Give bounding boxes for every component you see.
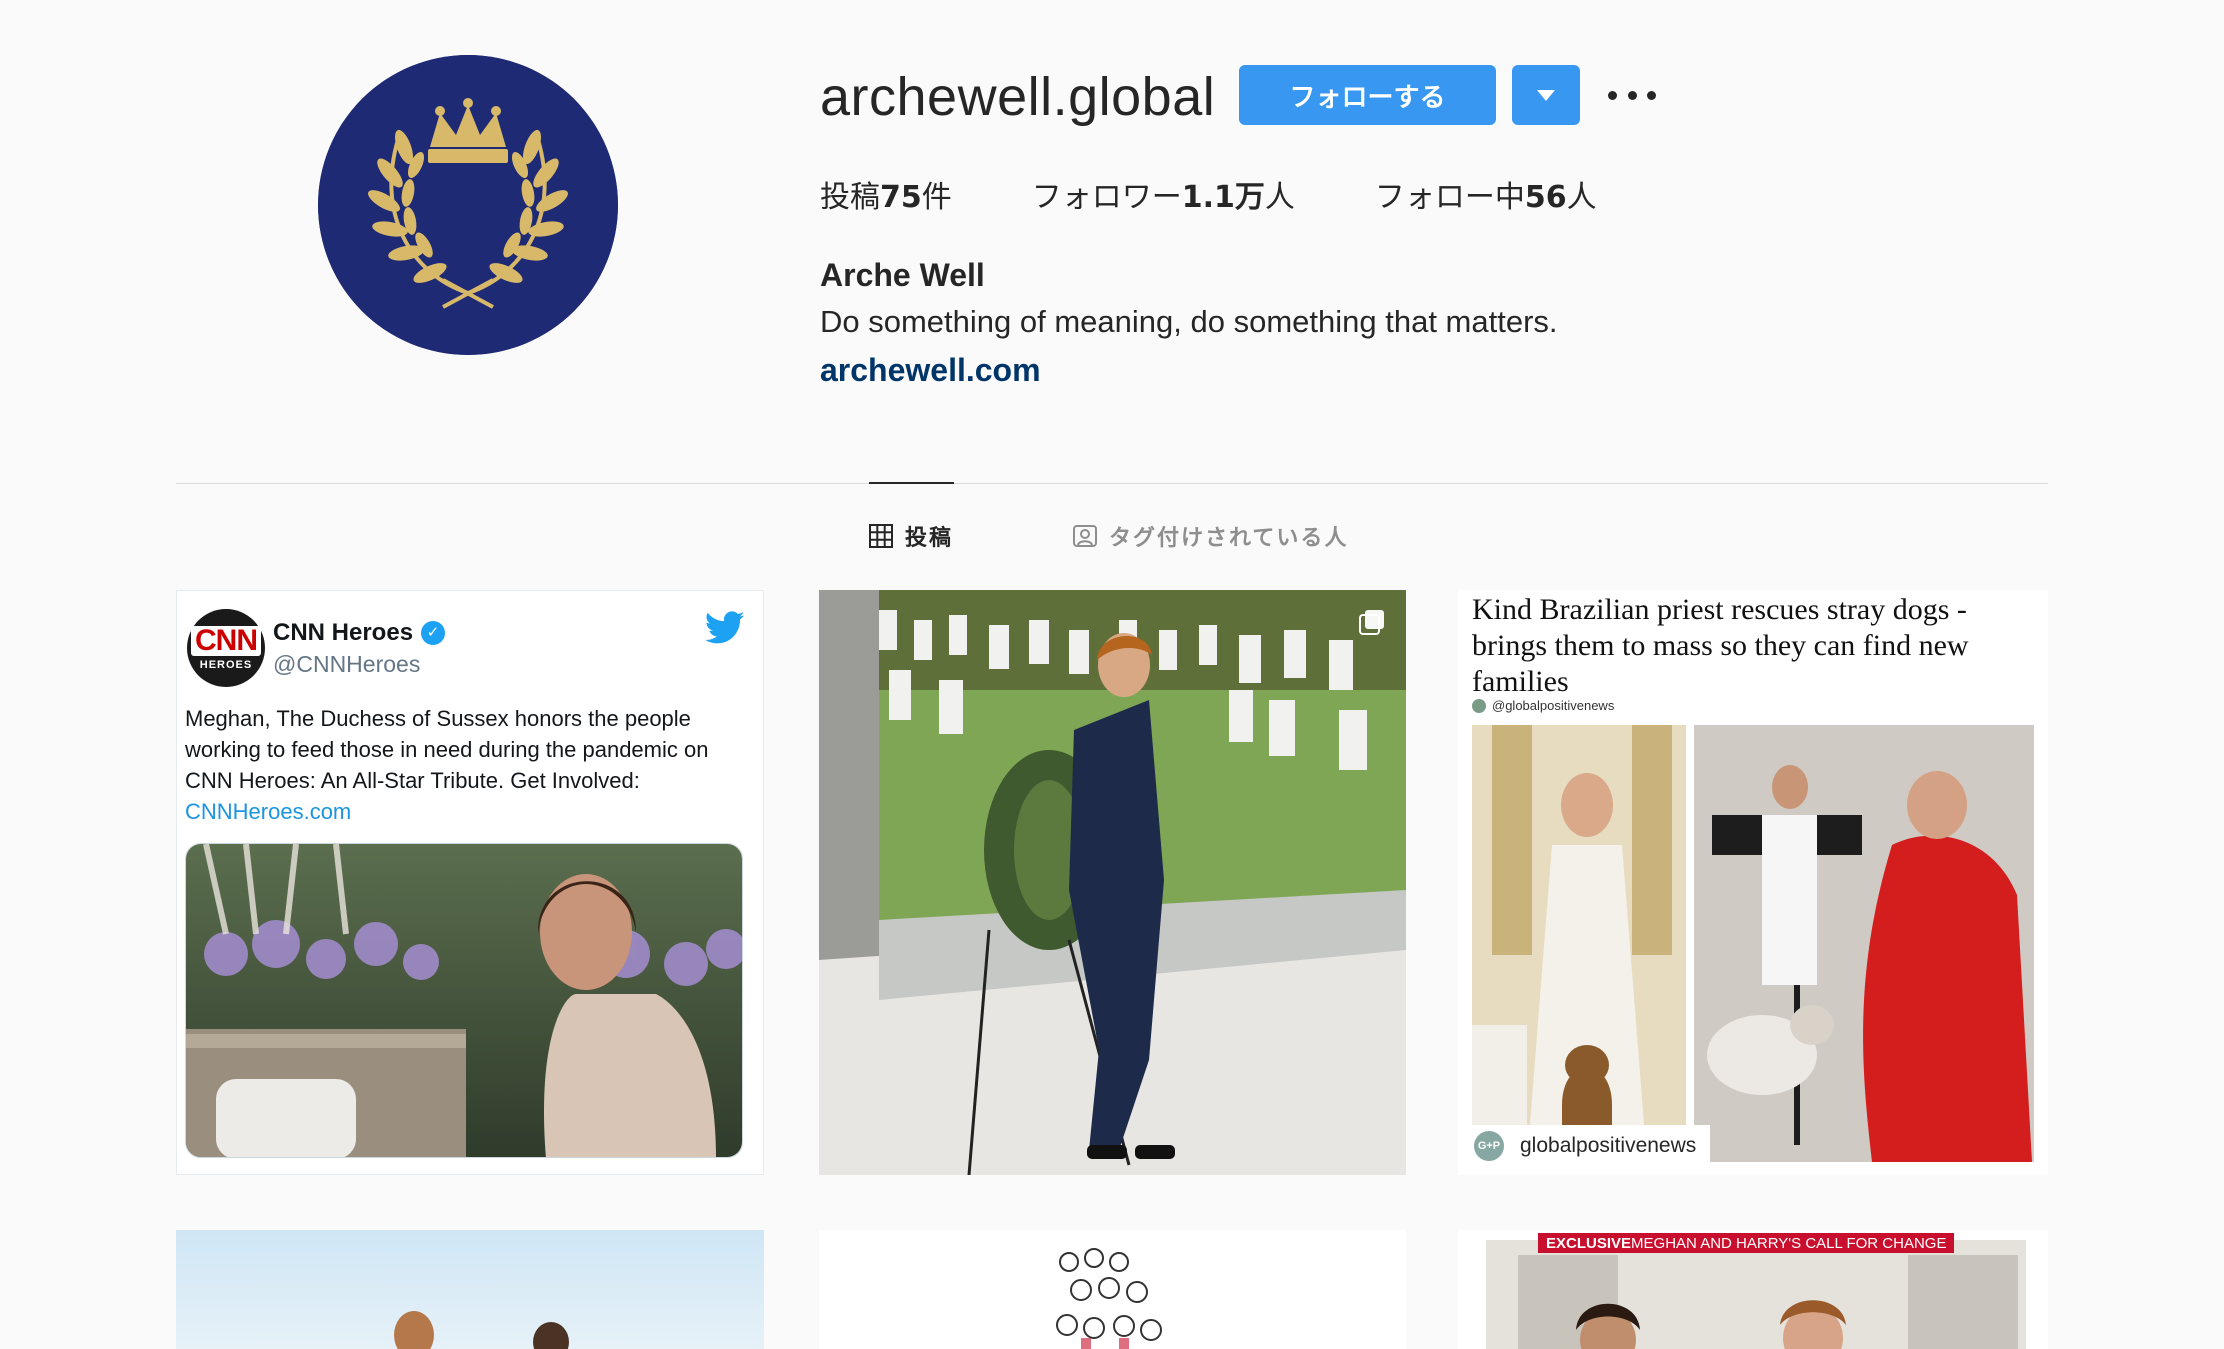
post-image	[176, 1230, 764, 1349]
followers-count[interactable]: フォロワー1.1万人	[1032, 172, 1295, 216]
following-label: フォロー中	[1374, 180, 1525, 215]
verified-icon: ✓	[421, 621, 446, 645]
more-icon	[1647, 90, 1656, 100]
post-thumbnail[interactable]	[819, 590, 1406, 1175]
post-image	[1472, 725, 2034, 1162]
profile-page: archewell.global フォローする 投稿75件 フォロワー1.1万人…	[0, 0, 2224, 1349]
posts-count: 投稿75件	[820, 172, 952, 216]
grid-icon	[869, 524, 893, 548]
tagged-person-icon	[1073, 525, 1097, 547]
heroes-logo-text: HEROES	[199, 658, 253, 671]
followers-label: フォロワー	[1031, 180, 1182, 215]
post-source-handle: @globalpositivenews	[1472, 698, 1614, 713]
globalpositivenews-icon	[1472, 698, 1486, 713]
chevron-down-icon	[1537, 89, 1555, 101]
post-thumbnail[interactable]	[176, 1230, 764, 1349]
multi-post-icon	[1359, 610, 1384, 635]
tweet-text: Meghan, The Duchess of Sussex honors the…	[185, 703, 745, 827]
crest-logo-icon	[318, 55, 618, 355]
tab-tagged[interactable]: タグ付けされている人	[1073, 520, 1348, 552]
followers-value: 1.1万	[1181, 180, 1265, 215]
more-options-button[interactable]	[1604, 72, 1660, 118]
profile-website-link[interactable]: archewell.com	[820, 352, 1041, 389]
tweet-body: Meghan, The Duchess of Sussex honors the…	[185, 706, 709, 793]
more-icon	[1608, 90, 1617, 100]
exclusive-label: EXCLUSIVE	[1546, 1234, 1632, 1252]
tweet-author: CNN Heroes ✓	[273, 619, 446, 647]
posts-unit: 件	[921, 180, 952, 215]
profile-stats: 投稿75件 フォロワー1.1万人 フォロー中56人	[820, 172, 1677, 216]
following-unit: 人	[1566, 180, 1597, 215]
exclusive-text: MEGHAN AND HARRY'S CALL FOR CHANGE	[1631, 1234, 1947, 1252]
post-image	[819, 1230, 1406, 1349]
twitter-bird-icon	[705, 611, 745, 644]
tab-tagged-label: タグ付けされている人	[1109, 526, 1349, 551]
posts-value: 75	[880, 180, 922, 215]
exclusive-banner: EXCLUSIVE MEGHAN AND HARRY'S CALL FOR CH…	[1538, 1233, 1955, 1253]
tweet-link[interactable]: CNNHeroes.com	[185, 799, 351, 824]
tab-posts[interactable]: 投稿	[869, 520, 953, 552]
cnn-heroes-avatar: CNN HEROES	[187, 609, 265, 687]
tabs-divider	[176, 483, 2048, 484]
following-count[interactable]: フォロー中56人	[1375, 172, 1597, 216]
tweet-author-name: CNN Heroes	[273, 619, 414, 646]
post-image	[819, 590, 1406, 1175]
profile-bio: Do something of meaning, do something th…	[820, 304, 1558, 339]
following-value: 56	[1524, 180, 1567, 215]
post-thumbnail[interactable]	[819, 1230, 1406, 1349]
profile-username: archewell.global	[820, 67, 1216, 127]
source-watermark-text: globalpositivenews	[1520, 1134, 1697, 1157]
tab-posts-label: 投稿	[905, 526, 954, 551]
post-thumbnail[interactable]: Kind Brazilian priest rescues stray dogs…	[1458, 590, 2048, 1175]
more-icon	[1627, 90, 1637, 100]
cnn-logo-text: CNN	[191, 625, 261, 656]
post-source-handle-text: @globalpositivenews	[1492, 698, 1615, 713]
active-tab-indicator	[869, 482, 954, 484]
tweet-media-image	[185, 843, 743, 1158]
tweet-card: CNN HEROES CNN Heroes ✓ @CNNHeroes Megha…	[176, 590, 764, 1175]
tweet-handle: @CNNHeroes	[273, 651, 421, 677]
followers-unit: 人	[1264, 180, 1295, 215]
gpn-logo-icon: G+P	[1474, 1131, 1504, 1161]
post-thumbnail[interactable]: EXCLUSIVE MEGHAN AND HARRY'S CALL FOR CH…	[1458, 1230, 2048, 1349]
posts-label: 投稿	[820, 180, 880, 215]
source-watermark: G+P globalpositivenews	[1466, 1125, 1711, 1167]
suggested-dropdown-button[interactable]	[1512, 65, 1580, 125]
post-thumbnail[interactable]: CNN HEROES CNN Heroes ✓ @CNNHeroes Megha…	[176, 590, 764, 1175]
profile-avatar[interactable]	[318, 55, 618, 355]
profile-display-name: Arche Well	[820, 257, 985, 293]
follow-button[interactable]: フォローする	[1239, 65, 1496, 125]
post-headline: Kind Brazilian priest rescues stray dogs…	[1472, 593, 1969, 698]
